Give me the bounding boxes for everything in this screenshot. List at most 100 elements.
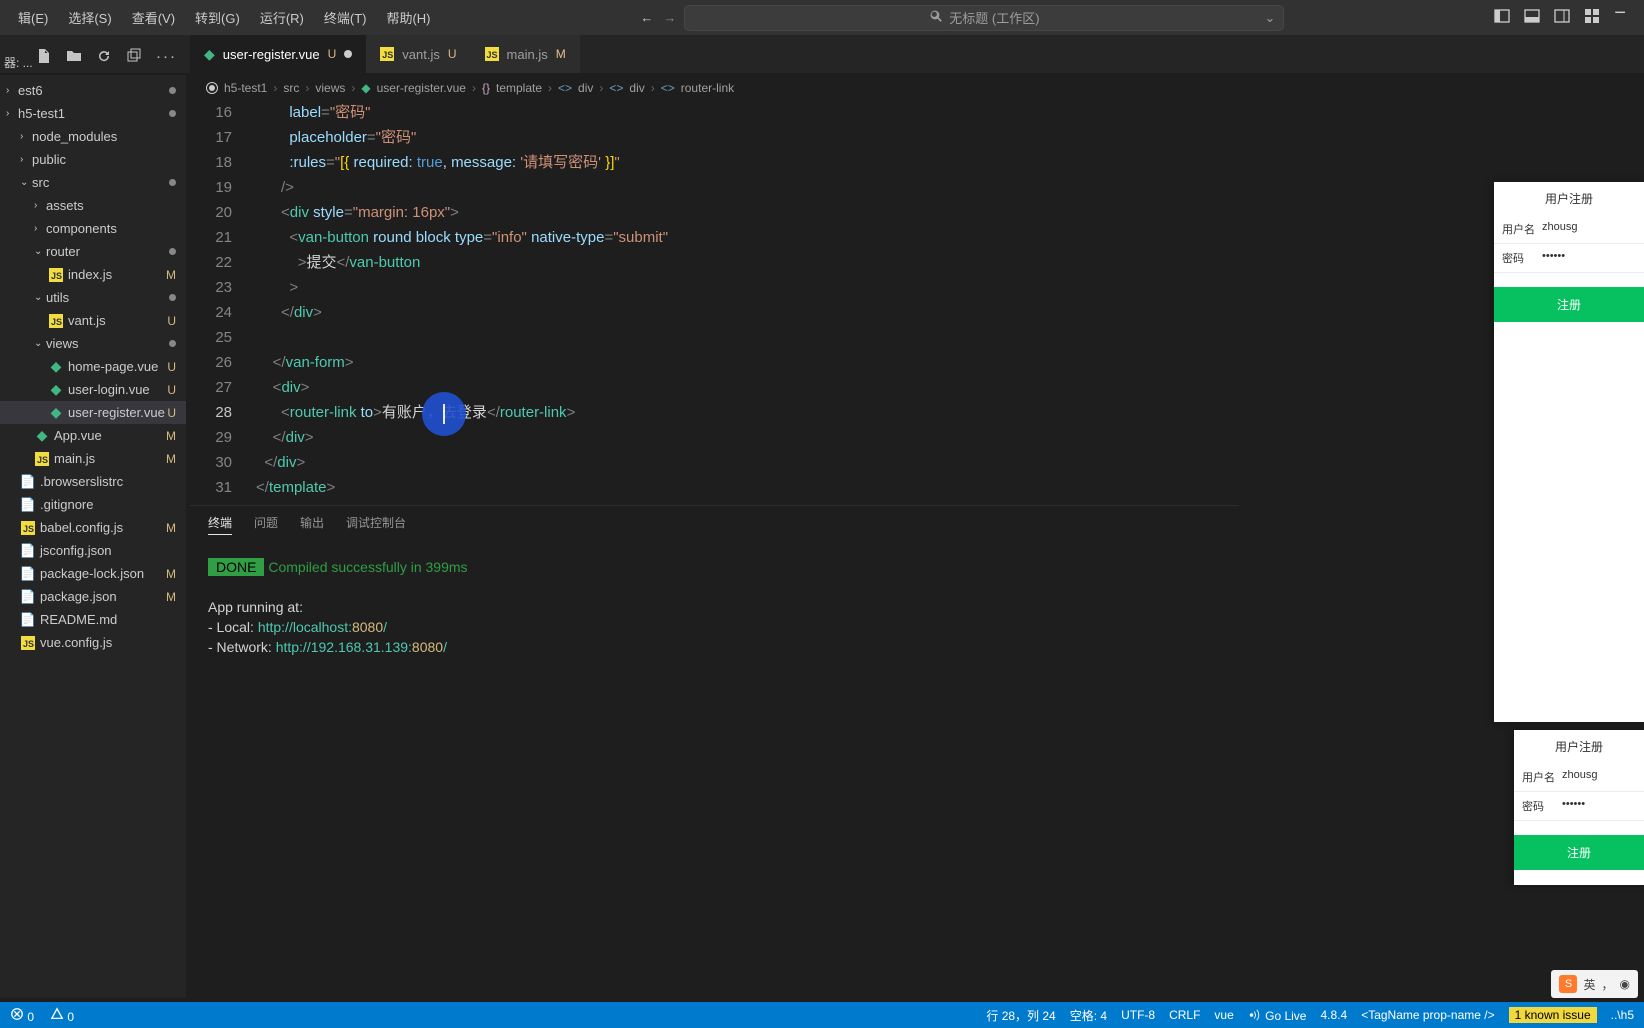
toggle-secondary-sidebar-icon[interactable] [1554,8,1570,27]
status-errors[interactable]: 0 [10,1007,34,1024]
menu-goto[interactable]: 转到(G) [185,2,250,33]
tab-main-js[interactable]: JS main.js M [471,35,580,73]
menu-edit[interactable]: 辑(E) [8,2,58,33]
tree-item-public[interactable]: ›public [0,148,186,171]
ime-toolbar[interactable]: S 英 ， ◉ [1551,970,1638,998]
nav-forward-icon[interactable]: → [663,10,676,25]
tree-item-main-js[interactable]: JSmain.jsM [0,447,186,470]
code-editor[interactable]: 16171819202122232425262728293031 label="… [190,100,1239,500]
refresh-icon[interactable] [96,48,112,68]
panel-tab-output[interactable]: 输出 [300,514,324,535]
panel-tab-debug[interactable]: 调试控制台 [346,514,406,535]
ime-lang[interactable]: 英 [1583,976,1595,993]
status-version[interactable]: 4.8.4 [1320,1008,1347,1022]
dirty-indicator-icon [344,50,352,58]
crumb[interactable]: src [283,81,299,95]
preview-field-username[interactable]: 用户名 zhousg [1514,763,1644,792]
preview-submit-button[interactable]: 注册 [1514,835,1644,870]
status-warnings[interactable]: 0 [50,1007,74,1024]
status-spaces[interactable]: 空格: 4 [1070,1007,1107,1024]
field-label: 用户名 [1522,769,1562,785]
crumb[interactable]: h5-test1 [224,81,267,95]
customize-layout-icon[interactable] [1584,8,1600,27]
tree-item-App-vue[interactable]: ◆App.vueM [0,424,186,447]
tree-item-README-md[interactable]: 📄README.md [0,608,186,631]
tree-item-node_modules[interactable]: ›node_modules [0,125,186,148]
tree-item-vant-js[interactable]: JSvant.jsU [0,309,186,332]
tree-item-label: components [46,221,117,236]
app-preview-pane: 用户注册 用户名 zhousg 密码 •••••• 注册 [1494,182,1644,722]
preview-field-username[interactable]: 用户名 zhousg [1494,215,1644,244]
tree-item-router[interactable]: ⌄router [0,240,186,263]
tree-item-src[interactable]: ⌄src [0,171,186,194]
status-golive[interactable]: Go Live [1248,1008,1307,1023]
collapse-all-icon[interactable] [126,48,142,68]
menu-run[interactable]: 运行(R) [250,2,314,33]
tree-item-package-json[interactable]: 📄package.jsonM [0,585,186,608]
more-icon[interactable]: − [1614,8,1626,27]
menu-help[interactable]: 帮助(H) [376,2,440,33]
terminal-line: App running at: [208,597,1221,617]
tree-item-user-login-vue[interactable]: ◆user-login.vueU [0,378,186,401]
toggle-panel-icon[interactable] [1524,8,1540,27]
tree-item-vue-config-js[interactable]: JSvue.config.js [0,631,186,654]
tree-item-label: user-register.vue [68,405,165,420]
tree-item-package-lock-json[interactable]: 📄package-lock.jsonM [0,562,186,585]
tree-item-utils[interactable]: ⌄utils [0,286,186,309]
status-known-issues[interactable]: 1 known issue [1509,1007,1597,1023]
menu-view[interactable]: 查看(V) [122,2,185,33]
tree-item-components[interactable]: ›components [0,217,186,240]
panel-tab-problems[interactable]: 问题 [254,514,278,535]
tab-user-register[interactable]: ◆ user-register.vue U [190,35,366,73]
tree-item--gitignore[interactable]: 📄.gitignore [0,493,186,516]
status-tagname[interactable]: <TagName prop-name /> [1361,1008,1494,1022]
tree-item-h5-test1[interactable]: ›h5-test1 [0,102,186,125]
status-eol[interactable]: CRLF [1169,1008,1200,1022]
js-icon: JS [485,47,499,61]
menu-bar: 辑(E) 选择(S) 查看(V) 转到(G) 运行(R) 终端(T) 帮助(H)… [0,0,1644,35]
new-folder-icon[interactable] [66,48,82,68]
tree-item-user-register-vue[interactable]: ◆user-register.vueU [0,401,186,424]
tree-item-label: user-login.vue [68,382,150,397]
preview-field-password[interactable]: 密码 •••••• [1514,792,1644,821]
command-center[interactable]: 无标题 (工作区) ⌄ [684,5,1284,31]
tree-item-est6[interactable]: ›est6 [0,79,186,102]
preview-submit-button[interactable]: 注册 [1494,287,1644,322]
ime-full[interactable]: ◉ [1620,977,1630,991]
status-ln-col[interactable]: 行 28，列 24 [986,1007,1055,1024]
status-encoding[interactable]: UTF-8 [1121,1008,1155,1022]
new-file-icon[interactable] [36,48,52,68]
crumb[interactable]: router-link [681,81,734,95]
nav-back-icon[interactable]: ← [640,10,653,25]
code-content[interactable]: label="密码" placeholder="密码" :rules="[{ r… [256,100,1239,500]
tree-item--browserslistrc[interactable]: 📄.browserslistrc [0,470,186,493]
tree-item-index-js[interactable]: JSindex.jsM [0,263,186,286]
menu-select[interactable]: 选择(S) [58,2,121,33]
crumb[interactable]: user-register.vue [377,81,466,95]
tab-badge: U [328,47,337,61]
preview-field-password[interactable]: 密码 •••••• [1494,244,1644,273]
terminal-output[interactable]: DONE Compiled successfully in 399ms App … [190,543,1239,671]
file-tree[interactable]: ›est6›h5-test1›node_modules›public⌄src›a… [0,75,186,654]
crumb[interactable]: div [578,81,593,95]
tab-vant-js[interactable]: JS vant.js U [366,35,470,73]
tree-item-label: babel.config.js [40,520,123,535]
crumb[interactable]: views [315,81,345,95]
crumb[interactable]: div [629,81,644,95]
line-gutter: 16171819202122232425262728293031 [190,100,250,500]
more-actions-icon[interactable]: ··· [156,48,177,68]
tree-item-views[interactable]: ⌄views [0,332,186,355]
tree-item-jsconfig-json[interactable]: 📄jsconfig.json [0,539,186,562]
status-path[interactable]: ..\h5 [1611,1008,1634,1022]
toggle-sidebar-icon[interactable] [1494,8,1510,27]
tree-item-assets[interactable]: ›assets [0,194,186,217]
sogou-icon: S [1559,975,1577,993]
panel-tab-terminal[interactable]: 终端 [208,514,232,535]
ime-punct[interactable]: ， [1602,976,1614,993]
tree-item-label: vant.js [68,313,106,328]
tree-item-babel-config-js[interactable]: JSbabel.config.jsM [0,516,186,539]
tree-item-home-page-vue[interactable]: ◆home-page.vueU [0,355,186,378]
status-lang[interactable]: vue [1214,1008,1233,1022]
crumb[interactable]: template [496,81,542,95]
menu-terminal[interactable]: 终端(T) [314,2,377,33]
